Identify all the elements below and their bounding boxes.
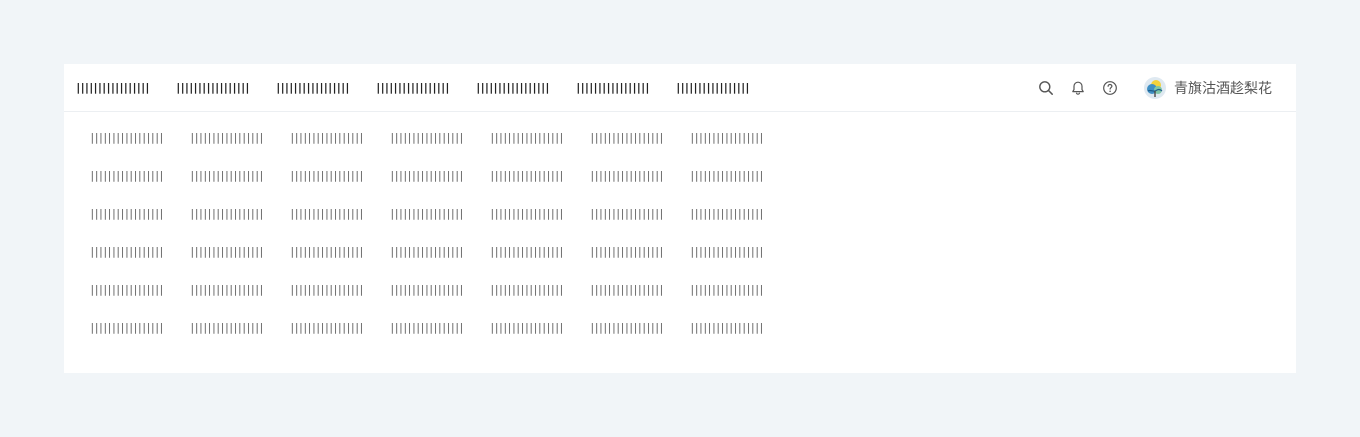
grid-link[interactable]: ||||||||||||||||| xyxy=(689,206,764,222)
grid-link[interactable]: ||||||||||||||||| xyxy=(289,282,364,298)
grid-link[interactable]: ||||||||||||||||| xyxy=(389,244,464,260)
grid-link[interactable]: ||||||||||||||||| xyxy=(389,168,464,184)
header-actions: 青旗沽酒趁梨花 xyxy=(1036,64,1272,112)
search-icon xyxy=(1039,81,1053,95)
link-grid: ||||||||||||||||| ||||||||||||||||| ||||… xyxy=(89,130,789,358)
grid-link[interactable]: ||||||||||||||||| xyxy=(389,206,464,222)
nav-item-5[interactable]: ||||||||||||||||| xyxy=(475,64,550,112)
grid-link[interactable]: ||||||||||||||||| xyxy=(489,320,564,336)
main-menu: ||||||||||||||||| ||||||||||||||||| ||||… xyxy=(75,64,775,112)
avatar-image xyxy=(1144,77,1166,99)
grid-link[interactable]: ||||||||||||||||| xyxy=(589,130,664,146)
avatar xyxy=(1144,77,1166,99)
nav-item-2[interactable]: ||||||||||||||||| xyxy=(175,64,250,112)
grid-link[interactable]: ||||||||||||||||| xyxy=(189,206,264,222)
grid-link[interactable]: ||||||||||||||||| xyxy=(189,244,264,260)
grid-link[interactable]: ||||||||||||||||| xyxy=(489,282,564,298)
grid-link[interactable]: ||||||||||||||||| xyxy=(189,282,264,298)
grid-link[interactable]: ||||||||||||||||| xyxy=(289,168,364,184)
grid-link[interactable]: ||||||||||||||||| xyxy=(689,130,764,146)
grid-link[interactable]: ||||||||||||||||| xyxy=(289,244,364,260)
grid-link[interactable]: ||||||||||||||||| xyxy=(89,244,164,260)
grid-link[interactable]: ||||||||||||||||| xyxy=(89,206,164,222)
grid-row: ||||||||||||||||| ||||||||||||||||| ||||… xyxy=(89,320,789,358)
nav-item-3[interactable]: ||||||||||||||||| xyxy=(275,64,350,112)
grid-link[interactable]: ||||||||||||||||| xyxy=(689,320,764,336)
grid-link[interactable]: ||||||||||||||||| xyxy=(389,130,464,146)
grid-link[interactable]: ||||||||||||||||| xyxy=(389,320,464,336)
bell-icon xyxy=(1072,81,1084,95)
grid-row: ||||||||||||||||| ||||||||||||||||| ||||… xyxy=(89,130,789,168)
grid-link[interactable]: ||||||||||||||||| xyxy=(589,320,664,336)
grid-link[interactable]: ||||||||||||||||| xyxy=(89,320,164,336)
grid-link[interactable]: ||||||||||||||||| xyxy=(589,168,664,184)
grid-link[interactable]: ||||||||||||||||| xyxy=(289,130,364,146)
main-panel: ||||||||||||||||| ||||||||||||||||| ||||… xyxy=(64,64,1296,373)
grid-row: ||||||||||||||||| ||||||||||||||||| ||||… xyxy=(89,168,789,206)
username: 青旗沽酒趁梨花 xyxy=(1174,81,1272,97)
nav-item-4[interactable]: ||||||||||||||||| xyxy=(375,64,450,112)
grid-link[interactable]: ||||||||||||||||| xyxy=(589,206,664,222)
grid-link[interactable]: ||||||||||||||||| xyxy=(589,282,664,298)
user-menu[interactable]: 青旗沽酒趁梨花 xyxy=(1144,77,1272,99)
top-navigation-bar: ||||||||||||||||| ||||||||||||||||| ||||… xyxy=(64,64,1296,112)
grid-link[interactable]: ||||||||||||||||| xyxy=(89,168,164,184)
grid-link[interactable]: ||||||||||||||||| xyxy=(189,168,264,184)
grid-link[interactable]: ||||||||||||||||| xyxy=(389,282,464,298)
nav-item-7[interactable]: ||||||||||||||||| xyxy=(675,64,750,112)
grid-link[interactable]: ||||||||||||||||| xyxy=(189,130,264,146)
grid-link[interactable]: ||||||||||||||||| xyxy=(689,282,764,298)
grid-link[interactable]: ||||||||||||||||| xyxy=(189,320,264,336)
grid-row: ||||||||||||||||| ||||||||||||||||| ||||… xyxy=(89,206,789,244)
search-button[interactable] xyxy=(1036,78,1056,98)
grid-link[interactable]: ||||||||||||||||| xyxy=(689,168,764,184)
grid-link[interactable]: ||||||||||||||||| xyxy=(89,282,164,298)
grid-row: ||||||||||||||||| ||||||||||||||||| ||||… xyxy=(89,244,789,282)
grid-row: ||||||||||||||||| ||||||||||||||||| ||||… xyxy=(89,282,789,320)
nav-item-1[interactable]: ||||||||||||||||| xyxy=(75,64,150,112)
grid-link[interactable]: ||||||||||||||||| xyxy=(489,244,564,260)
grid-link[interactable]: ||||||||||||||||| xyxy=(289,320,364,336)
help-icon xyxy=(1103,81,1117,95)
grid-link[interactable]: ||||||||||||||||| xyxy=(589,244,664,260)
grid-link[interactable]: ||||||||||||||||| xyxy=(489,206,564,222)
grid-link[interactable]: ||||||||||||||||| xyxy=(489,168,564,184)
grid-link[interactable]: ||||||||||||||||| xyxy=(89,130,164,146)
grid-link[interactable]: ||||||||||||||||| xyxy=(489,130,564,146)
nav-item-6[interactable]: ||||||||||||||||| xyxy=(575,64,650,112)
help-button[interactable] xyxy=(1100,78,1120,98)
notifications-button[interactable] xyxy=(1068,78,1088,98)
grid-link[interactable]: ||||||||||||||||| xyxy=(289,206,364,222)
grid-link[interactable]: ||||||||||||||||| xyxy=(689,244,764,260)
